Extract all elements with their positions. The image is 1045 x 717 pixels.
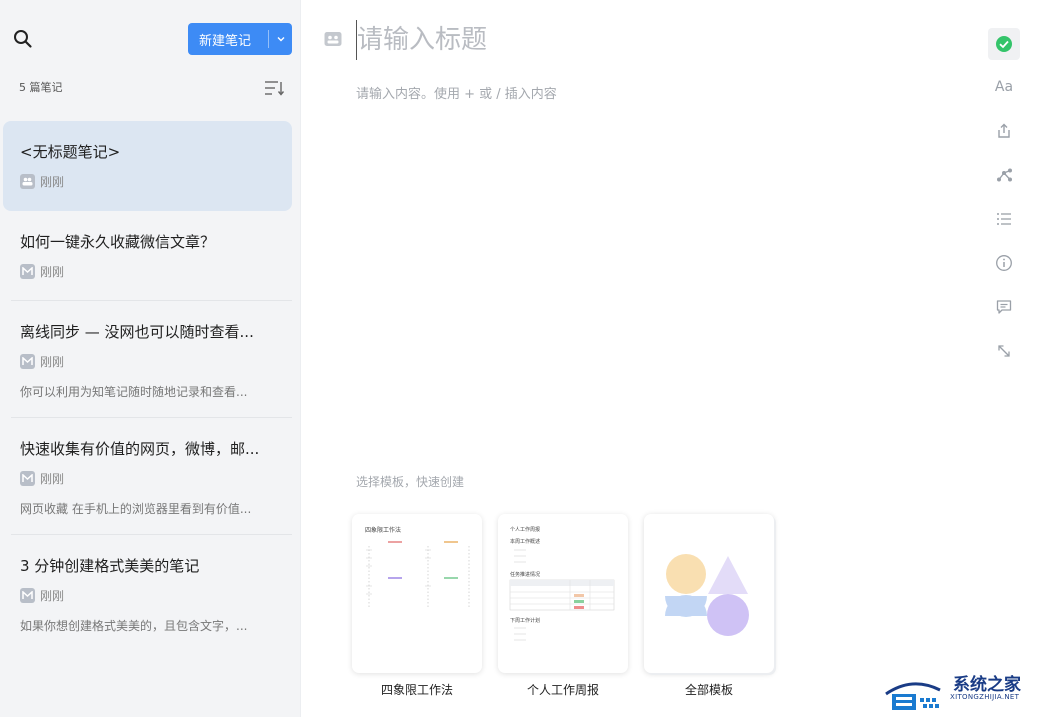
note-item[interactable]: 离线同步 — 没网也可以随时查看... 刚刚 你可以利用为知笔记随时随地记录和查… [11, 301, 292, 418]
graph-nodes-icon [997, 168, 1012, 182]
note-title: 快速收集有价值的网页，微博，邮... [20, 440, 260, 458]
note-meta: 刚刚 [20, 587, 64, 604]
markdown-icon [20, 264, 35, 279]
template-card-weekly-report[interactable]: 个人工作周报 本周工作概述 任务推进情况 下周工作计划 [498, 514, 628, 673]
markdown-icon [20, 354, 35, 369]
weekly-report-thumbnail [509, 549, 615, 641]
comment-button[interactable] [988, 291, 1020, 323]
note-list: <无标题笔记> 刚刚 如何一键永久收藏微信文章？ 刚刚 离线同步 — 没网也可以… [0, 121, 301, 652]
note-meta: 刚刚 [20, 173, 64, 190]
share-icon [998, 123, 1010, 138]
info-icon [996, 255, 1012, 271]
info-button[interactable] [988, 247, 1020, 279]
note-title: <无标题笔记> [20, 143, 121, 161]
note-time: 刚刚 [40, 175, 65, 189]
note-meta: 刚刚 [20, 470, 64, 487]
note-item[interactable]: 3 分钟创建格式美美的笔记 刚刚 如果你想创建格式美美的，且包含文字，... [11, 535, 292, 652]
template-card-quadrant[interactable]: 四象限工作法 [352, 514, 482, 673]
note-title: 如何一键永久收藏微信文章？ [20, 233, 216, 251]
watermark-subtext: XITONGZHIJIA.NET [950, 693, 1020, 701]
font-format-button[interactable]: Aa [988, 71, 1020, 103]
note-preview: 你可以利用为知笔记随时随地记录和查看... [20, 385, 248, 399]
font-format-icon: Aa [994, 79, 1014, 95]
note-time: 刚刚 [40, 265, 65, 279]
note-title: 离线同步 — 没网也可以随时查看... [20, 323, 254, 341]
note-meta: 刚刚 [20, 353, 64, 370]
note-meta: 刚刚 [20, 263, 64, 280]
note-preview: 网页收藏 在手机上的浏览器里看到有价值... [20, 502, 252, 516]
fullscreen-button[interactable] [988, 335, 1020, 367]
note-time: 刚刚 [40, 472, 65, 486]
check-circle-icon [996, 36, 1012, 52]
outline-button[interactable] [988, 203, 1020, 235]
new-note-button[interactable]: 新建笔记 [188, 23, 292, 55]
note-time: 刚刚 [40, 355, 65, 369]
note-item[interactable]: 快速收集有价值的网页，微博，邮... 刚刚 网页收藏 在手机上的浏览器里看到有价… [11, 418, 292, 535]
note-preview: 如果你想创建格式美美的，且包含文字，... [20, 619, 248, 633]
sync-status-button[interactable] [988, 28, 1020, 60]
search-icon[interactable] [12, 28, 34, 50]
watermark-text: 系统之家 [953, 675, 1021, 695]
markdown-icon [20, 471, 35, 486]
markdown-icon [20, 588, 35, 603]
sort-icon[interactable] [263, 79, 285, 97]
group-icon [20, 174, 35, 189]
comment-icon [996, 300, 1012, 314]
expand-icon [998, 345, 1010, 357]
chevron-down-icon[interactable] [269, 34, 292, 44]
template-name[interactable]: 个人工作周报 [498, 681, 628, 698]
share-button[interactable] [988, 115, 1020, 147]
content-hint[interactable]: 请输入内容。使用 + 或 / 插入内容 [356, 83, 557, 102]
sidebar: 新建笔记 5 篇笔记 <无标题笔记> 刚刚 如何一键永久收藏微信文章？ 刚刚 离… [0, 0, 301, 717]
title-input[interactable] [356, 20, 916, 60]
note-item-active[interactable]: <无标题笔记> 刚刚 [3, 121, 292, 211]
note-type-icon[interactable] [323, 29, 343, 49]
template-name[interactable]: 四象限工作法 [352, 681, 482, 698]
note-time: 刚刚 [40, 589, 65, 603]
note-item[interactable]: 如何一键永久收藏微信文章？ 刚刚 [11, 211, 292, 301]
mindmap-button[interactable] [988, 159, 1020, 191]
template-caption: 选择模板，快速创建 [356, 475, 465, 489]
quadrant-thumbnail [366, 541, 470, 609]
template-name[interactable]: 全部模板 [644, 681, 774, 698]
template-card-all[interactable] [644, 514, 774, 673]
new-note-label: 新建笔记 [199, 33, 252, 49]
note-title: 3 分钟创建格式美美的笔记 [20, 557, 200, 575]
list-icon [997, 213, 1011, 225]
shapes-illustration [665, 554, 749, 636]
note-count: 5 篇笔记 [19, 81, 63, 94]
